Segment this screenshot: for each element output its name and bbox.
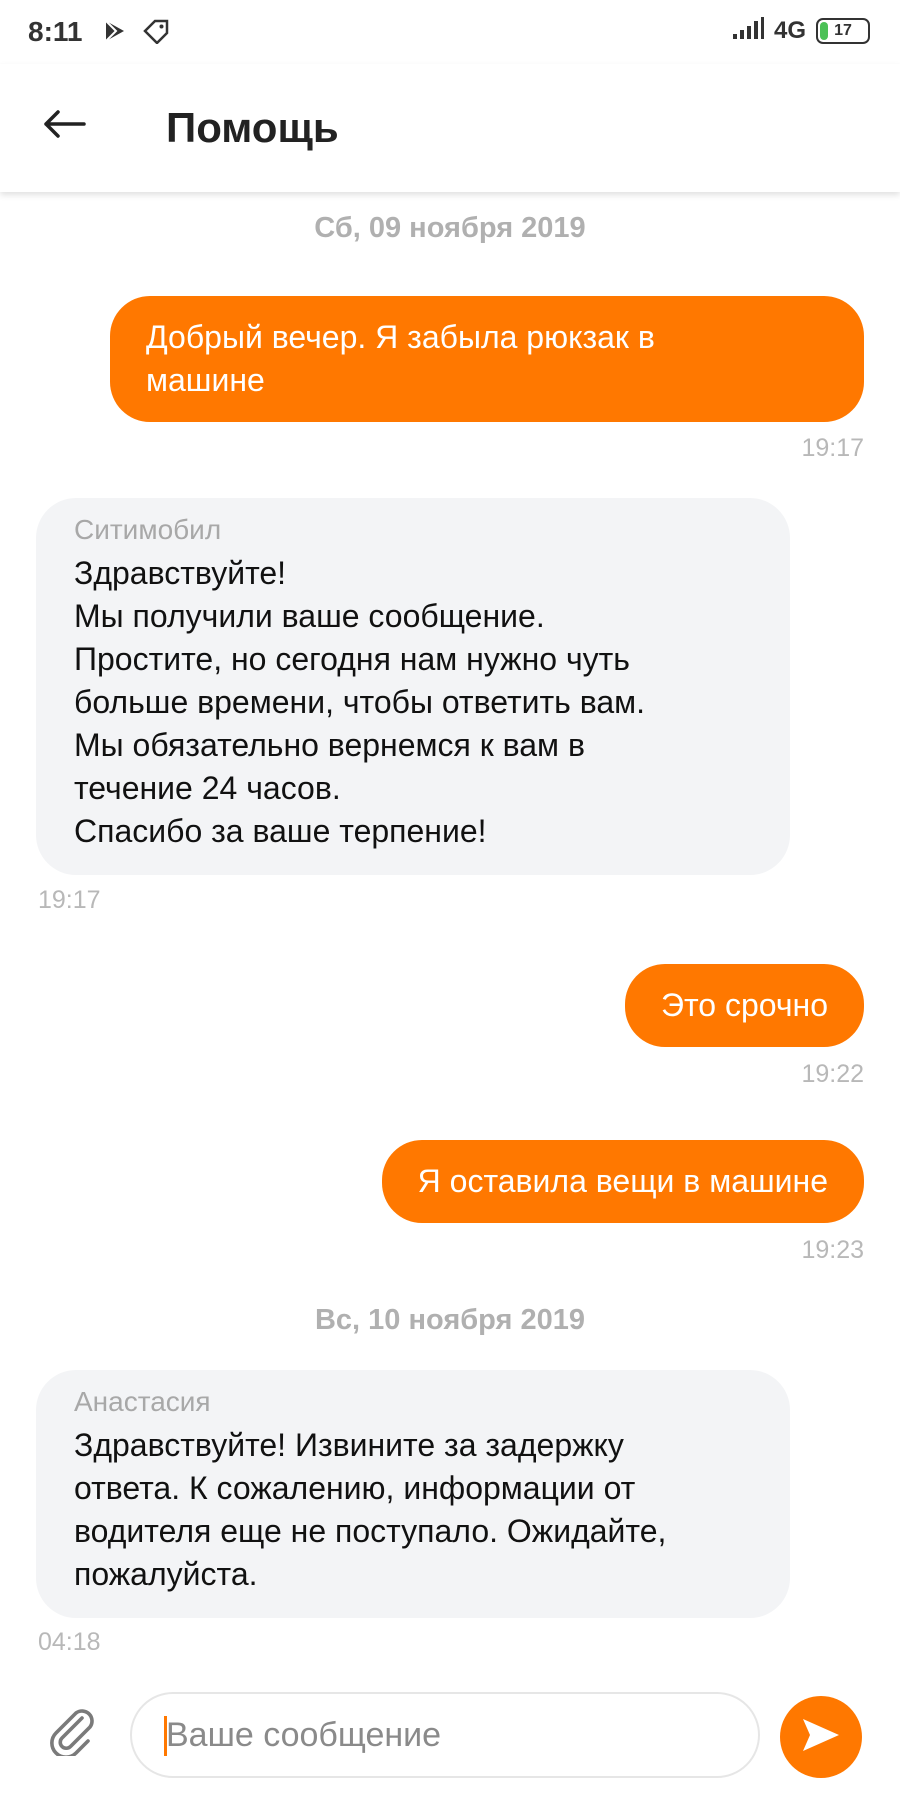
sender-name: Ситимобил [74, 514, 222, 545]
date-separator: Вс, 10 ноября 2019 [314, 1304, 585, 1336]
outgoing-message[interactable]: Добрый вечер. Я забыла рюкзак в машине [110, 296, 864, 422]
message-line: пожалуйста. [74, 1556, 258, 1592]
message-time: 19:23 [801, 1236, 864, 1264]
message-line: Мы обязательно вернемся к вам в [74, 727, 585, 763]
message-input[interactable] [130, 1692, 760, 1778]
page-title: Помощь [166, 104, 339, 151]
message-line: Здравствуйте! Извините за задержку [74, 1427, 624, 1463]
message-line: машине [146, 362, 265, 398]
date-separator: Сб, 09 ноября 2019 [314, 212, 586, 244]
battery-fill [820, 21, 828, 40]
message-time: 19:17 [38, 886, 101, 914]
message-line: течение 24 часов. [74, 770, 341, 806]
message-time: 19:17 [801, 434, 864, 462]
incoming-message[interactable]: Анастасия Здравствуйте! Извините за заде… [36, 1370, 790, 1618]
app-header: Помощь [0, 64, 900, 192]
outgoing-message[interactable]: Я оставила вещи в машине [381, 1140, 864, 1223]
sender-name: Анастасия [74, 1386, 211, 1417]
message-line: водителя еще не поступало. Ожидайте, [74, 1513, 667, 1549]
message-line: Спасибо за ваше терпение! [74, 813, 487, 849]
message-line: ответа. К сожалению, информации от [74, 1470, 636, 1506]
message-composer [0, 1672, 900, 1800]
network-type: 4G [773, 16, 806, 44]
signal-icon [732, 16, 764, 45]
send-button[interactable] [780, 1696, 862, 1778]
message-line: Здравствуйте! [74, 555, 287, 591]
incoming-message[interactable]: Ситимобил Здравствуйте! Мы получили ваше… [36, 498, 790, 875]
battery-icon: 17 [816, 17, 870, 44]
send-icon [801, 1717, 841, 1758]
message-line: больше времени, чтобы ответить вам. [74, 684, 646, 720]
message-text: Я оставила вещи в машине [417, 1163, 828, 1199]
text-caret [164, 1716, 167, 1756]
chat-thread[interactable]: Сб, 09 ноября 2019 Добрый вечер. Я забыл… [0, 192, 900, 1672]
message-line: Мы получили ваше сообщение. [74, 598, 545, 634]
status-right: 4G 17 [732, 16, 870, 45]
status-bar: 8:11 4G 17 [0, 0, 900, 64]
outgoing-message[interactable]: Это срочно [624, 964, 864, 1047]
play-store-icon [102, 18, 128, 49]
status-notification-icons [102, 18, 170, 49]
tag-icon [142, 18, 170, 49]
battery-level: 17 [834, 21, 852, 39]
message-time: 04:18 [38, 1628, 101, 1656]
status-time: 8:11 [28, 16, 83, 47]
attach-button[interactable] [40, 1700, 102, 1762]
arrow-left-icon [42, 109, 86, 144]
message-line: Добрый вечер. Я забыла рюкзак в [146, 319, 655, 355]
paperclip-icon [44, 1702, 98, 1761]
message-text: Это срочно [660, 987, 828, 1023]
message-time: 19:22 [801, 1060, 864, 1088]
back-button[interactable] [36, 98, 92, 154]
message-line: Простите, но сегодня нам нужно чуть [74, 641, 630, 677]
